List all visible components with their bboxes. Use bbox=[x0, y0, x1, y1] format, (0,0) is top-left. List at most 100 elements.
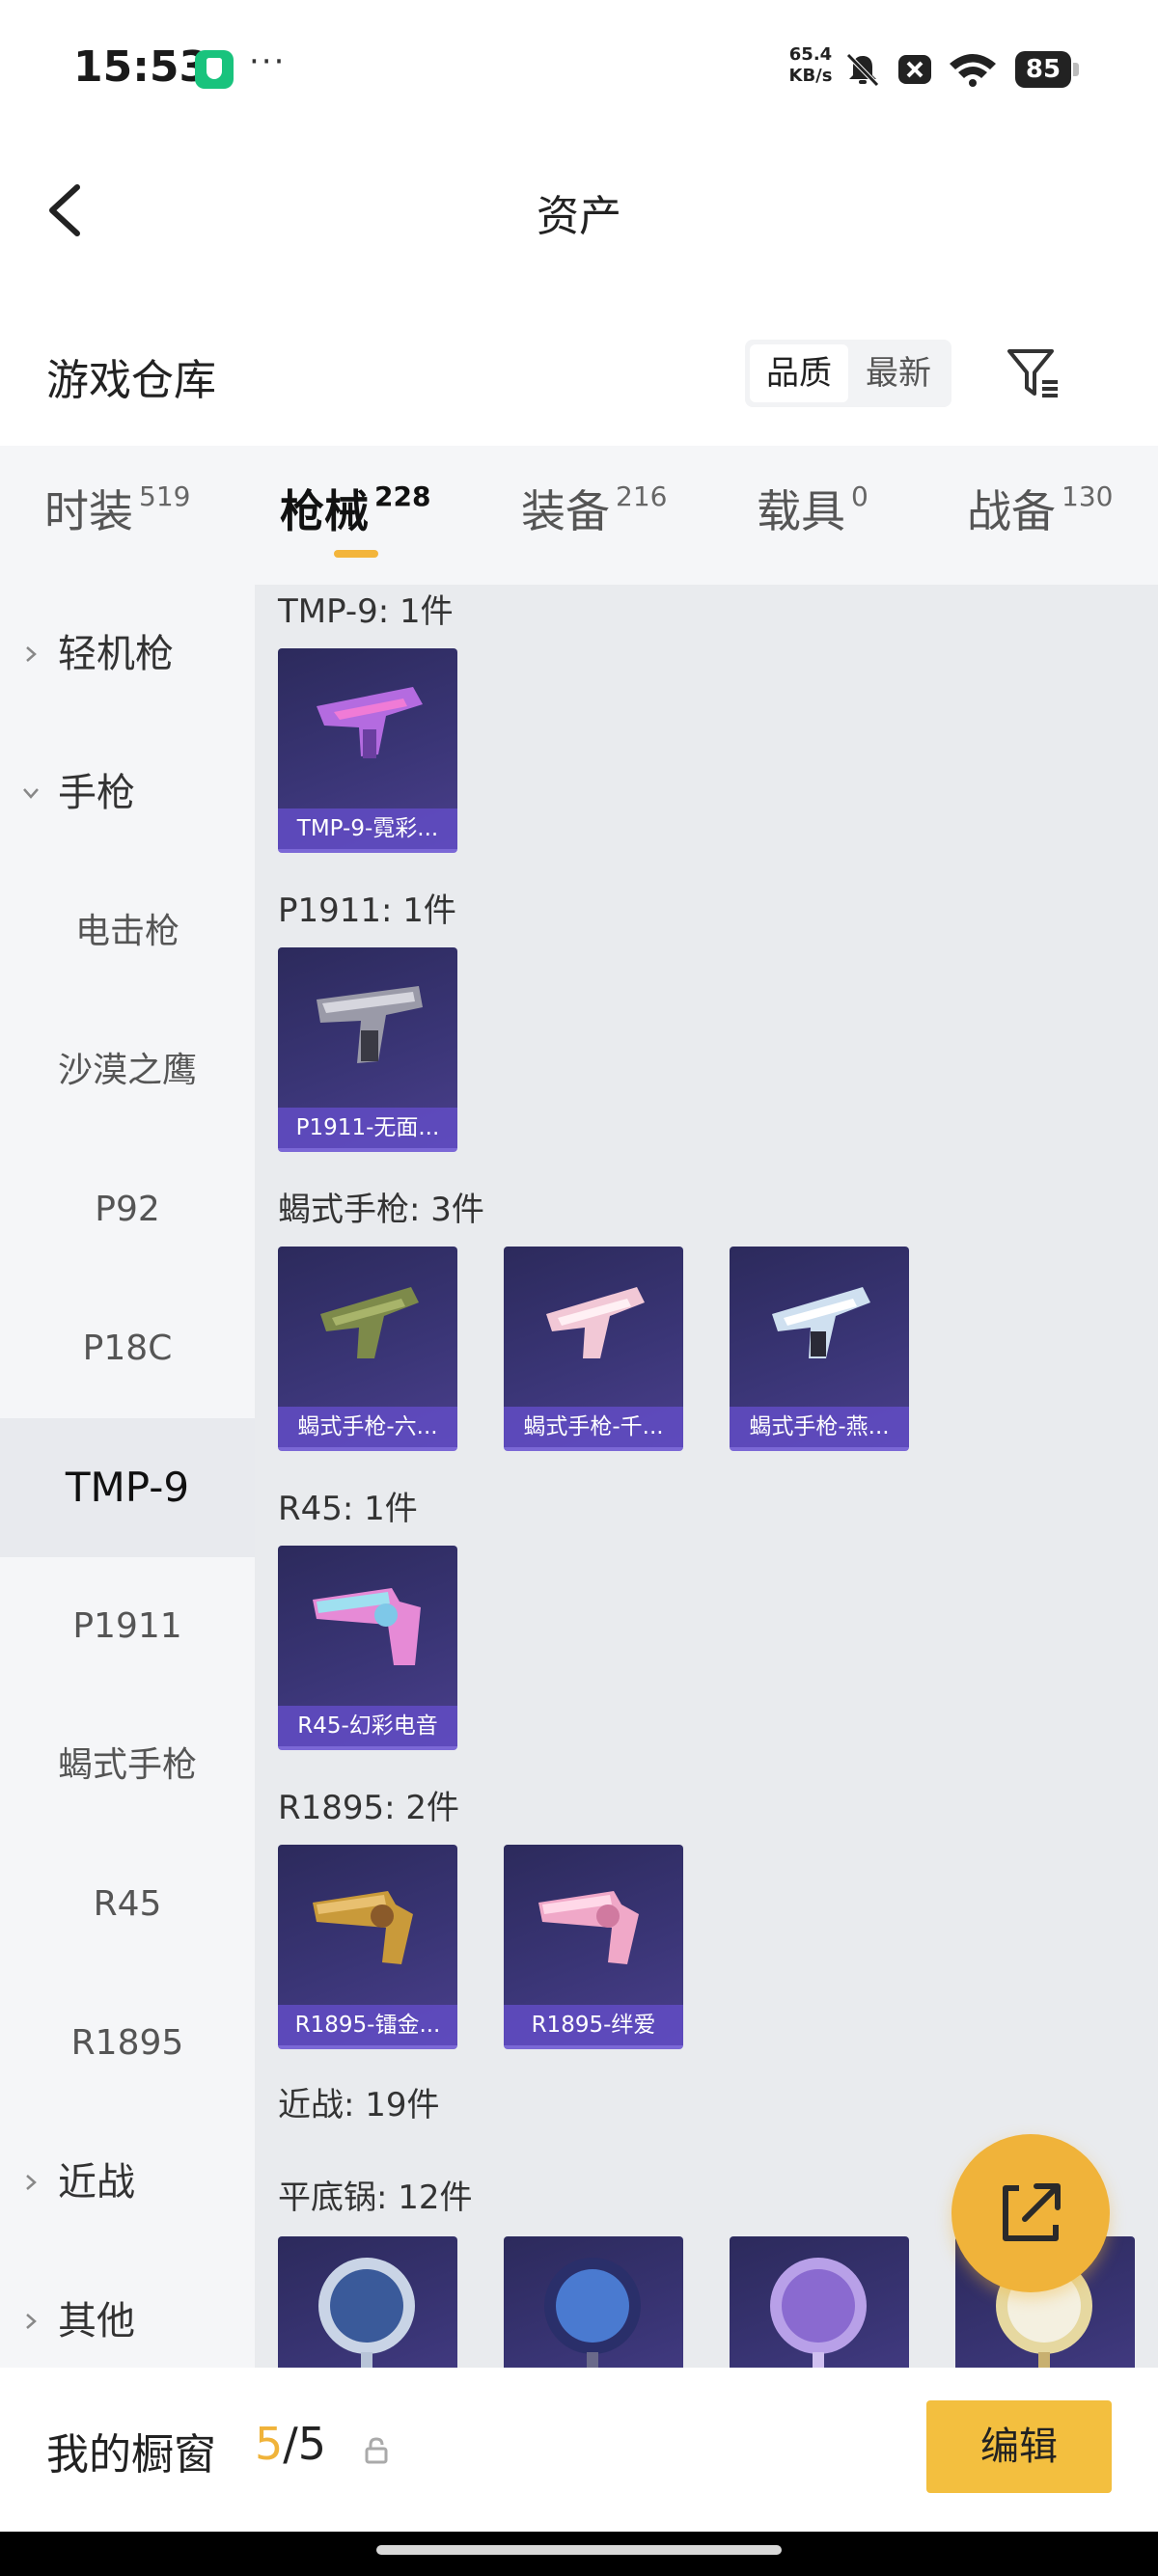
tab-count: 216 bbox=[616, 480, 668, 512]
sidebar-item-r45[interactable]: R45 bbox=[0, 1835, 255, 1974]
tab-vehicles[interactable]: 载具 0 bbox=[757, 477, 868, 554]
weapon-type-sidebar: 轻机枪 手枪 电击枪 沙漠之鹰 P92 P18C TMP-9 P1911 蝎式手… bbox=[0, 585, 255, 2368]
sidebar-item-p18c[interactable]: P18C bbox=[0, 1279, 255, 1418]
group-heading: 蝎式手枪: 3件 bbox=[278, 1191, 484, 1229]
item-card[interactable] bbox=[278, 2236, 457, 2368]
tab-label: 载具 bbox=[757, 485, 845, 537]
home-gesture-handle[interactable] bbox=[376, 2545, 782, 2555]
sort-quality-button[interactable]: 品质 bbox=[750, 344, 848, 402]
item-caption: R1895-绊爱 bbox=[504, 2005, 683, 2045]
sidebar-item-label: 电击枪 bbox=[74, 912, 179, 951]
sidebar-item-tmp9[interactable]: TMP-9 bbox=[0, 1418, 255, 1557]
item-card[interactable]: P1911-无面... bbox=[278, 947, 457, 1152]
sort-toggle: 品质 最新 bbox=[745, 340, 951, 407]
sidebar-item-label: 轻机枪 bbox=[58, 632, 174, 676]
group-heading: 平底锅: 12件 bbox=[278, 2179, 473, 2217]
sim-x-icon bbox=[898, 55, 931, 84]
status-time: 15:53 bbox=[73, 42, 209, 92]
sidebar-item-label: 近战 bbox=[58, 2160, 135, 2205]
tab-count: 0 bbox=[851, 480, 868, 512]
wifi-icon bbox=[950, 54, 996, 87]
chevron-down-icon bbox=[23, 788, 39, 799]
tab-battle-gear[interactable]: 战备 130 bbox=[967, 477, 1113, 554]
item-card[interactable] bbox=[504, 2236, 683, 2368]
section-title: 游戏仓库 bbox=[46, 356, 216, 405]
sidebar-item-label: R45 bbox=[93, 1884, 162, 1924]
filter-icon[interactable] bbox=[1004, 343, 1063, 403]
sidebar-item-label: P1911 bbox=[72, 1606, 182, 1646]
active-tab-indicator bbox=[334, 550, 378, 558]
tab-count: 519 bbox=[139, 480, 191, 512]
item-card[interactable]: R45-幻彩电音 bbox=[278, 1546, 457, 1750]
sidebar-item-melee[interactable]: 近战 bbox=[0, 2113, 255, 2252]
sort-newest-button[interactable]: 最新 bbox=[849, 344, 948, 402]
sidebar-item-lmg[interactable]: 轻机枪 bbox=[0, 585, 255, 724]
item-card[interactable] bbox=[730, 2236, 909, 2368]
sidebar-item-label: 蝎式手枪 bbox=[57, 1745, 197, 1785]
sidebar-item-pistol[interactable]: 手枪 bbox=[0, 724, 255, 863]
pan-image bbox=[770, 2258, 867, 2368]
sidebar-item-p1911[interactable]: P1911 bbox=[0, 1557, 255, 1696]
sidebar-item-stun-gun[interactable]: 电击枪 bbox=[0, 863, 255, 1001]
tab-label: 战备 bbox=[967, 485, 1056, 537]
item-card[interactable]: 蝎式手枪-千... bbox=[504, 1247, 683, 1451]
tab-fashion[interactable]: 时装 519 bbox=[44, 477, 190, 554]
sidebar-item-label: 其他 bbox=[58, 2299, 135, 2343]
item-card[interactable]: 蝎式手枪-六... bbox=[278, 1247, 457, 1451]
weapon-image bbox=[320, 1287, 419, 1358]
net-speed: 65.4 KB/s bbox=[784, 44, 838, 87]
item-caption: TMP-9-霓彩... bbox=[278, 808, 457, 849]
lock-icon bbox=[365, 2437, 388, 2464]
item-caption: R45-幻彩电音 bbox=[278, 1706, 457, 1746]
tab-firearms[interactable]: 枪械 228 bbox=[280, 477, 430, 554]
group-heading: 近战: 19件 bbox=[278, 2086, 440, 2124]
sidebar-item-skorpion[interactable]: 蝎式手枪 bbox=[0, 1696, 255, 1835]
showcase-label: 我的橱窗 bbox=[46, 2430, 216, 2480]
item-caption: R1895-镭金... bbox=[278, 2005, 457, 2045]
showcase-count: 5/5 bbox=[255, 2418, 326, 2470]
tab-label: 时装 bbox=[44, 485, 133, 537]
status-bar: 15:53 ··· 65.4 KB/s 85 bbox=[0, 0, 1158, 135]
item-grid: TMP-9: 1件 TMP-9-霓彩... P1911: 1件 P1911-无面… bbox=[255, 585, 1158, 2368]
sidebar-item-label: R1895 bbox=[70, 2023, 184, 2063]
share-button[interactable] bbox=[951, 2134, 1110, 2292]
tab-equipment[interactable]: 装备 216 bbox=[521, 477, 667, 554]
tab-count: 130 bbox=[1062, 480, 1114, 512]
battery-icon: 85 bbox=[1015, 51, 1079, 88]
weapon-image bbox=[317, 986, 423, 1063]
sidebar-item-p92[interactable]: P92 bbox=[0, 1140, 255, 1279]
shield-icon bbox=[195, 50, 234, 89]
net-speed-value: 65.4 bbox=[788, 44, 833, 65]
item-caption: P1911-无面... bbox=[278, 1108, 457, 1148]
showcase-bar: 我的橱窗 5/5 编辑 bbox=[0, 2368, 1158, 2532]
showcase-count-current: 5 bbox=[255, 2418, 284, 2470]
weapon-image bbox=[538, 1891, 639, 1964]
item-card[interactable]: R1895-绊爱 bbox=[504, 1845, 683, 2049]
sidebar-item-label: 沙漠之鹰 bbox=[57, 1051, 197, 1090]
item-card[interactable]: 蝎式手枪-燕... bbox=[730, 1247, 909, 1451]
weapon-image bbox=[317, 687, 423, 758]
bell-muted-icon bbox=[846, 53, 879, 87]
overflow-dots-icon: ··· bbox=[249, 42, 287, 81]
category-tabs: 时装 519 枪械 228 装备 216 载具 0 战备 130 bbox=[0, 446, 1158, 585]
sidebar-item-label: P92 bbox=[95, 1190, 160, 1229]
sidebar-item-label: 手枪 bbox=[58, 771, 135, 815]
sidebar-item-desert-eagle[interactable]: 沙漠之鹰 bbox=[0, 1001, 255, 1140]
item-caption: 蝎式手枪-千... bbox=[504, 1407, 683, 1447]
item-card[interactable]: R1895-镭金... bbox=[278, 1845, 457, 2049]
weapon-image bbox=[313, 1891, 413, 1964]
group-heading: R45: 1件 bbox=[278, 1490, 418, 1528]
sidebar-item-other[interactable]: 其他 bbox=[0, 2252, 255, 2368]
chevron-right-icon bbox=[26, 2314, 37, 2329]
item-caption: 蝎式手枪-燕... bbox=[730, 1407, 909, 1447]
item-card[interactable]: TMP-9-霓彩... bbox=[278, 648, 457, 853]
weapon-image bbox=[313, 1588, 421, 1665]
item-caption: 蝎式手枪-六... bbox=[278, 1407, 457, 1447]
net-speed-unit: KB/s bbox=[788, 66, 833, 86]
chevron-right-icon bbox=[26, 2175, 37, 2190]
pan-image bbox=[318, 2258, 415, 2368]
sidebar-item-r1895[interactable]: R1895 bbox=[0, 1974, 255, 2113]
edit-button[interactable]: 编辑 bbox=[926, 2400, 1112, 2493]
weapon-image bbox=[546, 1287, 645, 1358]
page-title: 资产 bbox=[537, 192, 621, 241]
